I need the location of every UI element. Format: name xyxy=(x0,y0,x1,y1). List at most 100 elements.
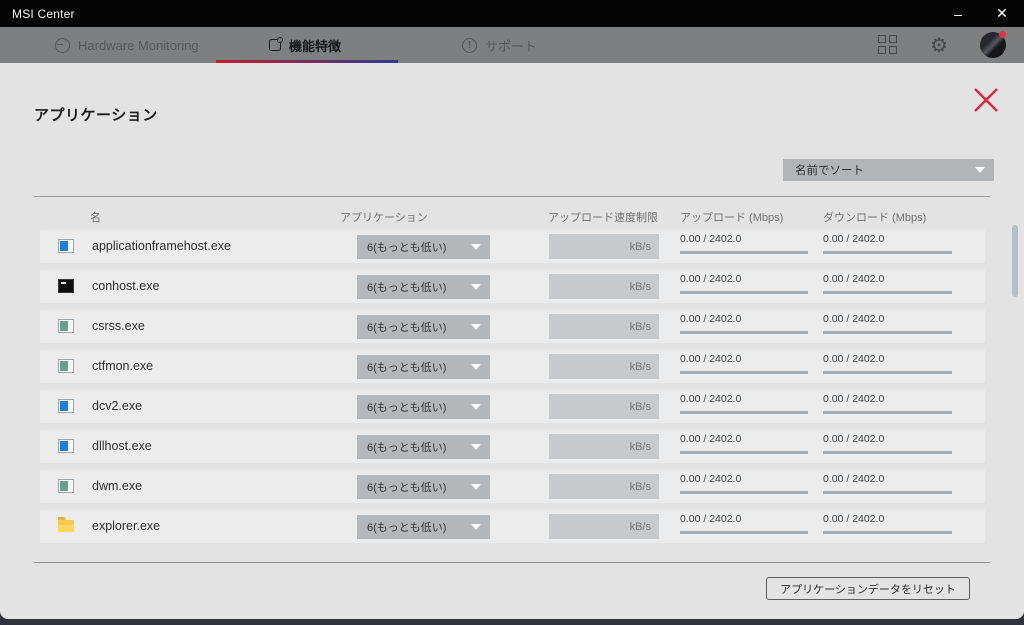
upload-meter: 0.00 / 2402.0 xyxy=(680,353,808,374)
upload-progress-bar xyxy=(680,291,808,294)
download-meter: 0.00 / 2402.0 xyxy=(823,353,952,374)
upload-limit-input[interactable]: kB/s xyxy=(549,474,659,499)
apps-grid-icon[interactable] xyxy=(878,35,898,55)
chevron-down-icon xyxy=(471,284,481,290)
priority-dropdown[interactable]: 6(もっとも低い) xyxy=(357,235,490,259)
priority-dropdown[interactable]: 6(もっとも低い) xyxy=(357,435,490,459)
upload-limit-input[interactable]: kB/s xyxy=(549,274,659,299)
chevron-down-icon xyxy=(471,484,481,490)
table-row: explorer.exe 6(もっとも低い) kB/s 0.00 / 2402.… xyxy=(40,510,985,543)
window-teal-icon xyxy=(58,479,74,493)
nav-right-icons: ⚙ xyxy=(878,27,1006,63)
upload-progress-bar xyxy=(680,411,808,414)
upload-meter: 0.00 / 2402.0 xyxy=(680,513,808,534)
col-priority: アプリケーション xyxy=(340,212,428,224)
nav-bar: Hardware Monitoring 機能特徴 ! サポート ⚙ xyxy=(0,27,1024,63)
upload-progress-bar xyxy=(680,331,808,334)
sort-dropdown[interactable]: 名前でソート xyxy=(783,159,994,181)
table-row: conhost.exe 6(もっとも低い) kB/s 0.00 / 2402.0… xyxy=(40,270,985,303)
col-upload-mbps: アップロード (Mbps) xyxy=(680,212,784,224)
gear-icon[interactable]: ⚙ xyxy=(930,35,948,55)
upload-value: 0.00 / 2402.0 xyxy=(680,233,742,245)
tab-hardware-monitoring[interactable]: Hardware Monitoring xyxy=(55,27,199,63)
upload-limit-unit: kB/s xyxy=(629,440,651,453)
folder-icon xyxy=(58,517,74,532)
upload-value: 0.00 / 2402.0 xyxy=(680,433,742,445)
priority-dropdown[interactable]: 6(もっとも低い) xyxy=(357,275,490,299)
tab-features[interactable]: 機能特徴 xyxy=(269,27,341,63)
window-teal-icon xyxy=(58,359,74,373)
table-top-divider xyxy=(34,196,990,197)
reset-app-data-button[interactable]: アプリケーションデータをリセット xyxy=(766,577,970,600)
priority-dropdown[interactable]: 6(もっとも低い) xyxy=(357,475,490,499)
user-avatar[interactable] xyxy=(980,31,1006,58)
minimize-icon: – xyxy=(954,5,962,22)
upload-value: 0.00 / 2402.0 xyxy=(680,353,742,365)
app-name: dwm.exe xyxy=(92,479,143,493)
table-row: dcv2.exe 6(もっとも低い) kB/s 0.00 / 2402.0 0.… xyxy=(40,390,985,423)
upload-value: 0.00 / 2402.0 xyxy=(680,513,742,525)
applications-panel: アプリケーション 名前でソート 名 アプリケーション アップロード速度制限 アッ… xyxy=(0,63,1024,619)
download-progress-bar xyxy=(823,531,952,534)
download-progress-bar xyxy=(823,371,952,374)
close-button[interactable]: ✕ xyxy=(980,0,1024,27)
download-value: 0.00 / 2402.0 xyxy=(823,433,885,445)
chevron-down-icon xyxy=(471,364,481,370)
upload-progress-bar xyxy=(680,451,808,454)
download-value: 0.00 / 2402.0 xyxy=(823,393,885,405)
window-teal-icon xyxy=(58,319,74,333)
tab-support[interactable]: ! サポート xyxy=(462,27,537,63)
download-value: 0.00 / 2402.0 xyxy=(823,353,885,365)
upload-meter: 0.00 / 2402.0 xyxy=(680,433,808,454)
priority-dropdown-value: 6(もっとも低い) xyxy=(367,362,447,374)
upload-limit-input[interactable]: kB/s xyxy=(549,394,659,419)
upload-limit-input[interactable]: kB/s xyxy=(549,434,659,459)
table-row: dwm.exe 6(もっとも低い) kB/s 0.00 / 2402.0 0.0… xyxy=(40,470,985,503)
app-name: ctfmon.exe xyxy=(92,359,154,373)
download-value: 0.00 / 2402.0 xyxy=(823,273,885,285)
upload-limit-input[interactable]: kB/s xyxy=(549,354,659,379)
window-controls: – ✕ xyxy=(936,0,1024,27)
minimize-button[interactable]: – xyxy=(936,0,980,27)
download-progress-bar xyxy=(823,331,952,334)
scrollbar-thumb[interactable] xyxy=(1012,225,1018,297)
title-bar: MSI Center – ✕ xyxy=(0,0,1024,27)
download-meter: 0.00 / 2402.0 xyxy=(823,473,952,494)
app-name: applicationframehost.exe xyxy=(92,239,231,253)
priority-dropdown-value: 6(もっとも低い) xyxy=(367,242,447,254)
upload-limit-unit: kB/s xyxy=(629,240,651,253)
priority-dropdown[interactable]: 6(もっとも低い) xyxy=(357,315,490,339)
download-meter: 0.00 / 2402.0 xyxy=(823,393,952,414)
console-icon xyxy=(58,279,74,293)
download-value: 0.00 / 2402.0 xyxy=(823,513,885,525)
support-icon: ! xyxy=(462,37,477,53)
upload-progress-bar xyxy=(680,491,808,494)
upload-limit-input[interactable]: kB/s xyxy=(549,514,659,539)
window-blue-icon xyxy=(58,399,74,413)
table-row: applicationframehost.exe 6(もっとも低い) kB/s … xyxy=(40,230,985,263)
table-row: csrss.exe 6(もっとも低い) kB/s 0.00 / 2402.0 0… xyxy=(40,310,985,343)
priority-dropdown[interactable]: 6(もっとも低い) xyxy=(357,355,490,379)
priority-dropdown[interactable]: 6(もっとも低い) xyxy=(357,395,490,419)
upload-limit-unit: kB/s xyxy=(629,400,651,413)
download-value: 0.00 / 2402.0 xyxy=(823,313,885,325)
upload-progress-bar xyxy=(680,531,808,534)
download-meter: 0.00 / 2402.0 xyxy=(823,513,952,534)
download-value: 0.00 / 2402.0 xyxy=(823,473,885,485)
app-name: csrss.exe xyxy=(92,319,145,333)
priority-dropdown[interactable]: 6(もっとも低い) xyxy=(357,515,490,539)
download-progress-bar xyxy=(823,451,952,454)
panel-close-icon[interactable] xyxy=(971,85,1001,115)
upload-limit-input[interactable]: kB/s xyxy=(549,234,659,259)
app-name: conhost.exe xyxy=(92,279,160,293)
sort-dropdown-value: 名前でソート xyxy=(795,165,864,177)
download-progress-bar xyxy=(823,411,952,414)
priority-dropdown-value: 6(もっとも低い) xyxy=(367,482,447,494)
upload-meter: 0.00 / 2402.0 xyxy=(680,313,808,334)
upload-progress-bar xyxy=(680,371,808,374)
upload-limit-input[interactable]: kB/s xyxy=(549,314,659,339)
window-blue-icon xyxy=(58,439,74,453)
download-meter: 0.00 / 2402.0 xyxy=(823,273,952,294)
app-name: explorer.exe xyxy=(92,519,161,533)
app-name: dllhost.exe xyxy=(92,439,152,453)
